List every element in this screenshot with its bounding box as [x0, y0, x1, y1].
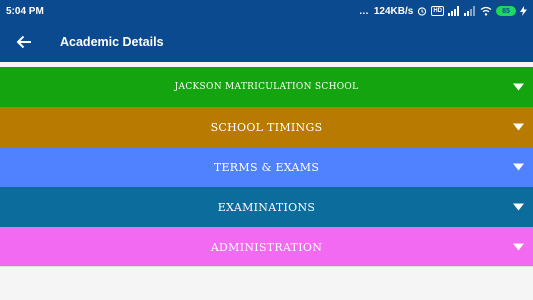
section-label: TERMS & EXAMS [213, 160, 320, 174]
section-label: SCHOOL TIMINGS [210, 120, 323, 134]
page-title: Academic Details [60, 35, 164, 49]
chevron-down-icon [513, 243, 524, 251]
section-administration[interactable]: ADMINISTRATION [0, 227, 533, 267]
more-dots-icon: … [358, 5, 370, 17]
app-bar: Academic Details [0, 22, 533, 62]
section-terms-exams[interactable]: TERMS & EXAMS [0, 147, 533, 187]
screen: 5:04 PM … 124KB/s HD 85 Academic Details… [0, 0, 533, 300]
section-list: JACKSON MATRICULATION SCHOOL SCHOOL TIMI… [0, 67, 533, 267]
chevron-down-icon [513, 123, 524, 131]
section-label: ADMINISTRATION [210, 240, 323, 254]
chevron-down-icon [513, 83, 524, 91]
network-speed: 124KB/s [373, 5, 414, 17]
battery-icon: 85 [496, 6, 516, 16]
divider [0, 266, 533, 267]
section-school-timings[interactable]: SCHOOL TIMINGS [0, 107, 533, 147]
chevron-down-icon [513, 163, 524, 171]
wifi-icon [480, 6, 492, 16]
section-label: EXAMINATIONS [217, 200, 316, 214]
status-icons: … 124KB/s HD 85 [359, 6, 527, 17]
chevron-down-icon [513, 203, 524, 211]
status-bar: 5:04 PM … 124KB/s HD 85 [0, 0, 533, 22]
section-school[interactable]: JACKSON MATRICULATION SCHOOL [0, 67, 533, 107]
signal-icon [448, 6, 460, 16]
status-time: 5:04 PM [6, 5, 44, 17]
section-examinations[interactable]: EXAMINATIONS [0, 187, 533, 227]
arrow-left-icon [16, 35, 31, 49]
signal-icon [464, 6, 476, 16]
charging-icon [520, 6, 527, 16]
alarm-icon [417, 6, 427, 16]
section-label: JACKSON MATRICULATION SCHOOL [174, 82, 359, 92]
volte-icon: HD [431, 6, 444, 16]
back-button[interactable] [0, 22, 48, 62]
